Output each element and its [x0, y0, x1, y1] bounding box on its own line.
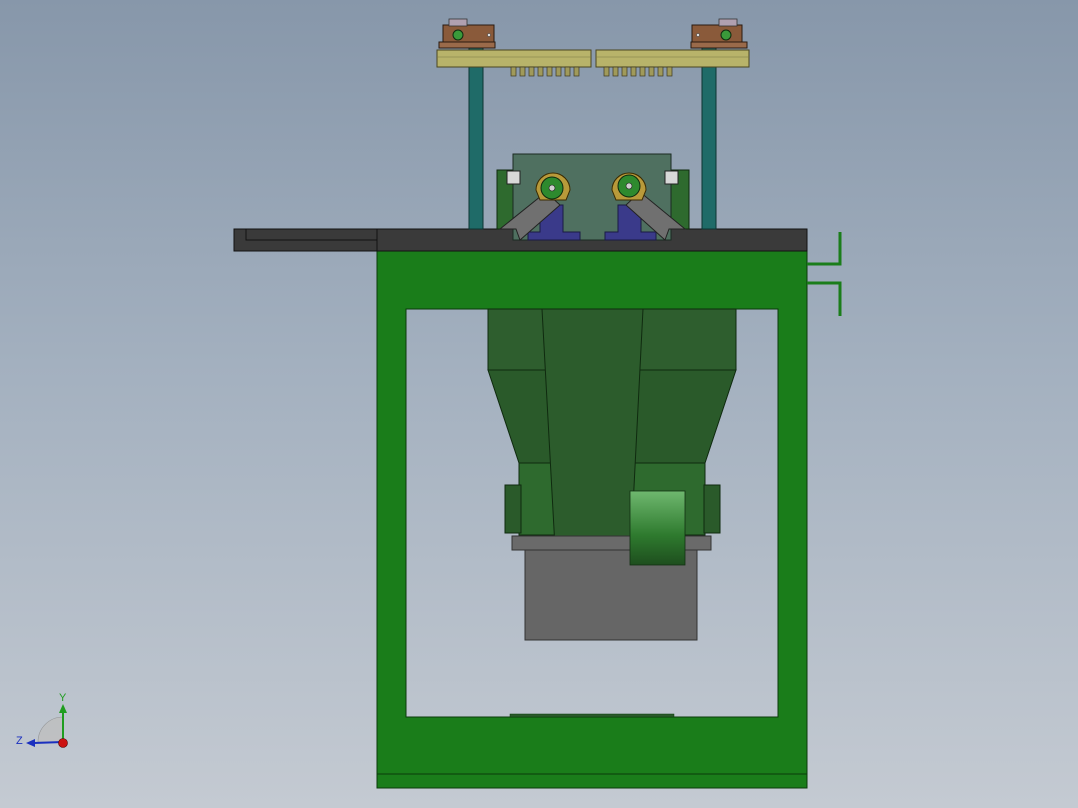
clamp-left[interactable]: [438, 18, 496, 49]
top-rail[interactable]: [436, 49, 750, 68]
triad-quadrant-icon: [37, 716, 64, 743]
x-axis-icon: [58, 738, 68, 748]
nozzles-right: [603, 66, 673, 77]
hopper-assembly[interactable]: [487, 308, 737, 567]
cad-viewport[interactable]: Y Z: [0, 0, 1078, 808]
y-axis-label: Y: [59, 692, 67, 704]
orientation-triad[interactable]: Y Z: [16, 692, 68, 748]
side-bracket[interactable]: [807, 232, 842, 316]
machine-drawing: Y Z: [16, 18, 842, 789]
roller-housing[interactable]: [496, 153, 690, 241]
z-axis-label: Z: [16, 735, 23, 747]
clamp-right[interactable]: [690, 18, 748, 49]
nozzles-left: [510, 66, 580, 77]
